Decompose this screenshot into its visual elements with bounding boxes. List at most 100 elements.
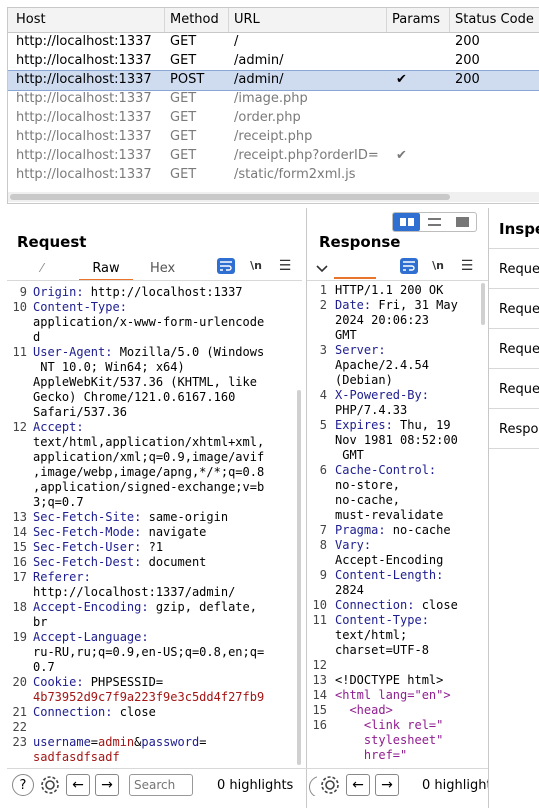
header-value: Safari/537.36 xyxy=(33,405,127,419)
code-line: Content-Type: xyxy=(33,300,127,315)
line-number: 12 xyxy=(12,420,27,434)
header-name: Sec-Fetch-Mode: xyxy=(33,525,142,539)
cell-status: 200 xyxy=(455,34,480,49)
line-number: 7 xyxy=(319,523,327,537)
newline-icon[interactable]: \n xyxy=(429,258,447,274)
newline-icon[interactable]: \n xyxy=(247,258,265,274)
response-editor[interactable]: 1 HTTP/1.1 200 OK 2 Date: Fri, 31 May 2024 2… xyxy=(307,282,482,767)
header-value: Mozilla/5.0 (Windows xyxy=(112,345,265,359)
cell-params: ✔ xyxy=(396,148,407,163)
inspector-item-request-headers[interactable]: Reque xyxy=(499,382,539,397)
line-number: 15 xyxy=(12,540,27,554)
table-row[interactable]: http://localhost:1337 GET/receipt.php xyxy=(8,128,539,147)
gear-icon[interactable] xyxy=(319,774,341,800)
table-row[interactable]: http://localhost:1337 GET/admin/200 xyxy=(8,52,539,71)
cell-url: /admin/ xyxy=(234,72,284,87)
wrap-lines-icon[interactable] xyxy=(400,258,418,274)
line-number: 8 xyxy=(319,538,327,552)
column-header-status[interactable]: Status Code xyxy=(455,12,534,27)
cell-host: http://localhost:1337 xyxy=(16,129,152,144)
header-value: no-cache xyxy=(385,523,451,537)
header-value: PHP/7.4.33 xyxy=(335,403,408,417)
table-row-partial[interactable] xyxy=(8,185,539,191)
table-row[interactable]: http://localhost:1337 GET/order.php xyxy=(8,109,539,128)
code-line: <link rel=" xyxy=(335,718,443,733)
cell-method: GET xyxy=(170,148,197,163)
table-row[interactable]: http://localhost:1337 GET/receipt.php?ord… xyxy=(8,147,539,166)
hamburger-menu-icon[interactable]: ☰ xyxy=(276,258,294,274)
cell-url: /receipt.php?orderID= xyxy=(234,148,379,163)
search-input[interactable] xyxy=(129,774,193,796)
code-line: 0.7 xyxy=(33,660,55,675)
response-highlights-count: 0 highlights xyxy=(422,778,488,793)
header-name: Referer: xyxy=(33,570,91,584)
table-row[interactable]: http://localhost:1337 GET/image.php xyxy=(8,90,539,109)
header-value: no-cache, xyxy=(335,493,401,507)
html-token: href=" xyxy=(335,748,408,762)
table-row[interactable]: http://localhost:1337 GET/static/form2xml… xyxy=(8,166,539,185)
tab-raw[interactable]: Raw xyxy=(79,261,133,281)
line-number: 12 xyxy=(312,658,327,672)
arrow-left-icon[interactable]: ← xyxy=(66,774,90,796)
header-name: Accept-Encoding: xyxy=(33,600,149,614)
inspector-item-request-attributes[interactable]: Reque xyxy=(499,262,539,277)
column-header-params[interactable]: Params xyxy=(392,12,440,27)
code-line: text/html,application/xhtml+xml, xyxy=(33,435,264,450)
header-name: Sec-Fetch-Dest: xyxy=(33,555,142,569)
inspector-title: Inspe xyxy=(499,220,539,238)
response-scrollbar[interactable] xyxy=(481,283,485,325)
layout-side-by-side-icon[interactable] xyxy=(393,213,420,231)
http-history-table: Host Method URL Params Status Code http:… xyxy=(7,7,539,204)
header-name: Server: xyxy=(335,343,386,357)
chevron-down-icon[interactable] xyxy=(316,262,328,276)
header-value: text/html; xyxy=(335,628,408,642)
request-editor[interactable]: 9 Origin: http://localhost:1337 10 Content-… xyxy=(7,284,297,767)
table-header: Host Method URL Params Status Code xyxy=(8,8,539,33)
hamburger-menu-icon[interactable]: ☰ xyxy=(458,258,476,274)
tab-hex[interactable]: Hex xyxy=(150,261,175,276)
request-title: Request xyxy=(17,233,87,251)
arrow-right-icon[interactable]: → xyxy=(375,774,399,796)
arrow-left-icon[interactable]: ← xyxy=(346,774,370,796)
arrow-right-icon[interactable]: → xyxy=(95,774,119,796)
inspector-item-request-body[interactable]: Reque xyxy=(499,342,539,357)
header-value: Accept-Encoding xyxy=(335,553,444,567)
header-value: PHPSESSID= xyxy=(83,675,164,689)
line-number: 14 xyxy=(12,525,27,539)
help-icon[interactable]: ? xyxy=(12,774,34,796)
code-line: <html lang="en"> xyxy=(335,688,451,703)
wrap-lines-icon[interactable] xyxy=(217,258,235,274)
help-icon[interactable] xyxy=(309,776,317,796)
line-number: 15 xyxy=(312,703,327,717)
cell-host: http://localhost:1337 xyxy=(16,72,152,87)
column-header-host[interactable]: Host xyxy=(16,12,46,27)
cookie-value: 4b73952d9c7f9a223f9e3c5dd4f27fb9 xyxy=(33,690,265,704)
header-value: close xyxy=(112,705,156,719)
code-line: text/html; xyxy=(335,628,407,643)
horizontal-scrollbar[interactable] xyxy=(8,192,539,202)
panel-divider[interactable] xyxy=(488,208,489,808)
code-line: http://localhost:1337/admin/ xyxy=(33,585,235,600)
code-line: Server: xyxy=(335,343,386,358)
layout-stacked-icon[interactable] xyxy=(428,218,441,226)
header-name: Vary: xyxy=(335,538,372,552)
code-line: HTTP/1.1 200 OK xyxy=(335,283,443,298)
column-header-method[interactable]: Method xyxy=(170,12,219,27)
pretty-tab-fragment[interactable]: ⁄ xyxy=(41,261,51,275)
table-row[interactable]: http://localhost:1337 POST/admin/ ✔ 200 xyxy=(8,70,539,91)
request-scrollbar[interactable] xyxy=(297,390,301,765)
header-value: Fri, 31 May xyxy=(371,298,458,312)
header-value: (Debian) xyxy=(335,373,393,387)
cell-host: http://localhost:1337 xyxy=(16,53,152,68)
header-value: navigate xyxy=(141,525,207,539)
cell-params: ✔ xyxy=(396,72,407,87)
inspector-item-request-query[interactable]: Reque xyxy=(499,302,539,317)
gear-icon[interactable] xyxy=(39,774,61,800)
column-header-url[interactable]: URL xyxy=(234,12,260,27)
header-value: no-store, xyxy=(335,478,401,492)
layout-single-icon[interactable] xyxy=(456,217,469,227)
table-row[interactable]: http://localhost:1337 GET / 200 xyxy=(8,33,539,52)
line-number: 10 xyxy=(12,300,27,314)
inspector-item-response-headers[interactable]: Respo xyxy=(499,422,538,437)
code-line: Pragma: no-cache xyxy=(335,523,451,538)
